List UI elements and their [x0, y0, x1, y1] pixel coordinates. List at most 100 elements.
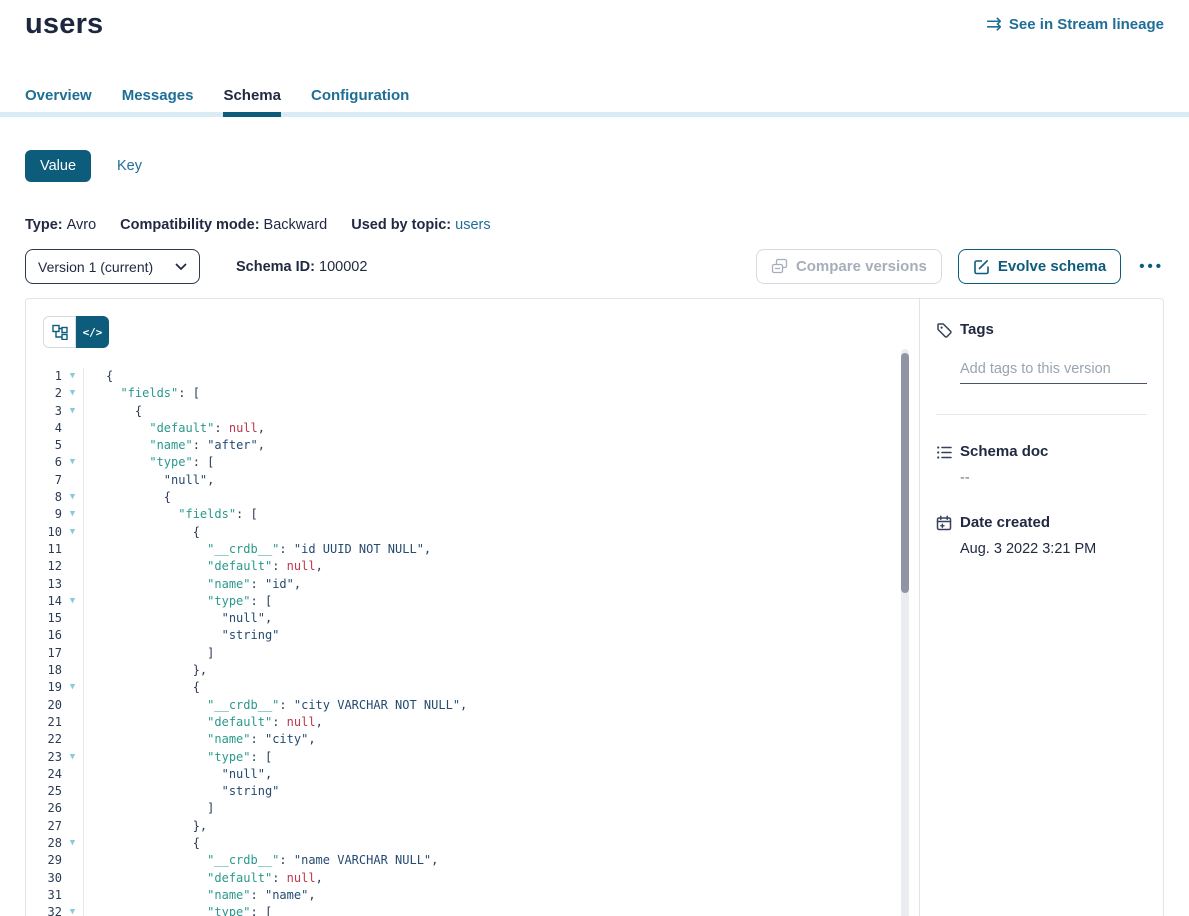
calendar-icon	[936, 514, 960, 532]
code-line: 26 ]	[26, 800, 919, 817]
code-line: 11 "__crdb__": "id UUID NOT NULL",	[26, 541, 919, 558]
fold-spacer	[62, 420, 84, 437]
code-line: 1▼{	[26, 368, 919, 385]
fold-toggle-icon[interactable]: ▼	[62, 679, 84, 696]
tab-overview[interactable]: Overview	[25, 87, 92, 117]
fold-toggle-icon[interactable]: ▼	[62, 368, 84, 385]
code-text: "type": [	[84, 593, 272, 610]
code-text: "string"	[84, 783, 279, 800]
code-text: "__crdb__": "name VARCHAR NULL",	[84, 852, 438, 869]
more-options-button[interactable]: •••	[1139, 258, 1164, 275]
code-text: {	[84, 489, 171, 506]
stream-lineage-icon: ⇉	[986, 18, 1002, 32]
code-line: 17 ]	[26, 645, 919, 662]
version-select[interactable]: Version 1 (current)	[25, 249, 200, 284]
evolve-schema-label: Evolve schema	[998, 258, 1106, 275]
date-created-section: Date created Aug. 3 2022 3:21 PM	[936, 514, 1147, 557]
code-text: "name": "name",	[84, 887, 316, 904]
fold-toggle-icon[interactable]: ▼	[62, 385, 84, 402]
tags-section: Tags	[936, 321, 1147, 384]
code-text: "type": [	[84, 749, 272, 766]
key-toggle-button[interactable]: Key	[117, 158, 142, 174]
schema-doc-title: Schema doc	[960, 443, 1147, 461]
see-in-stream-lineage-link[interactable]: ⇉ See in Stream lineage	[986, 16, 1164, 33]
line-number: 20	[26, 697, 62, 714]
code-text: "type": [	[84, 454, 214, 471]
code-text: "default": null,	[84, 714, 323, 731]
code-scrollbar-thumb[interactable]	[901, 353, 909, 593]
meta-used-by-topic: Used by topic:users	[351, 217, 490, 233]
schema-doc-section: Schema doc --	[936, 443, 1147, 486]
tab-configuration[interactable]: Configuration	[311, 87, 409, 117]
line-number: 21	[26, 714, 62, 731]
code-line: 5 "name": "after",	[26, 437, 919, 454]
code-line: 7 "null",	[26, 472, 919, 489]
code-text: "null",	[84, 766, 272, 783]
schema-meta-row: Type:Avro Compatibility mode:Backward Us…	[25, 217, 1164, 233]
page-header: users ⇉ See in Stream lineage	[0, 0, 1189, 41]
fold-toggle-icon[interactable]: ▼	[62, 835, 84, 852]
topic-link[interactable]: users	[455, 217, 490, 233]
line-number: 3	[26, 403, 62, 420]
code-view-button[interactable]: </>	[76, 316, 109, 348]
tree-view-button[interactable]	[43, 316, 76, 348]
code-text: "default": null,	[84, 420, 265, 437]
fold-spacer	[62, 437, 84, 454]
fold-toggle-icon[interactable]: ▼	[62, 904, 84, 916]
fold-toggle-icon[interactable]: ▼	[62, 403, 84, 420]
fold-toggle-icon[interactable]: ▼	[62, 593, 84, 610]
fold-toggle-icon[interactable]: ▼	[62, 524, 84, 541]
schema-json-editor[interactable]: 1▼{2▼ "fields": [3▼ {4 "default": null,5…	[26, 368, 919, 916]
stream-lineage-label: See in Stream lineage	[1009, 16, 1164, 33]
code-text: ]	[84, 800, 214, 817]
code-line: 3▼ {	[26, 403, 919, 420]
line-number: 15	[26, 610, 62, 627]
fold-spacer	[62, 627, 84, 644]
code-text: "name": "id",	[84, 576, 301, 593]
tag-icon	[936, 321, 960, 339]
fold-toggle-icon[interactable]: ▼	[62, 489, 84, 506]
meta-type-label: Type:	[25, 217, 63, 233]
code-text: },	[84, 818, 207, 835]
fold-toggle-icon[interactable]: ▼	[62, 454, 84, 471]
meta-compatibility: Compatibility mode: Backward	[120, 217, 327, 233]
line-number: 23	[26, 749, 62, 766]
fold-toggle-icon[interactable]: ▼	[62, 506, 84, 523]
line-number: 6	[26, 454, 62, 471]
line-number: 22	[26, 731, 62, 748]
fold-toggle-icon[interactable]: ▼	[62, 749, 84, 766]
code-line: 24 "null",	[26, 766, 919, 783]
schema-sidebar: Tags Schema doc --	[919, 299, 1163, 916]
code-line: 2▼ "fields": [	[26, 385, 919, 402]
tab-messages[interactable]: Messages	[122, 87, 194, 117]
code-text: {	[84, 403, 142, 420]
meta-compatibility-label: Compatibility mode:	[120, 217, 259, 233]
code-text: "type": [	[84, 904, 272, 916]
fold-spacer	[62, 558, 84, 575]
code-scrollbar-track[interactable]	[901, 349, 909, 916]
line-number: 25	[26, 783, 62, 800]
line-number: 9	[26, 506, 62, 523]
code-line: 27 },	[26, 818, 919, 835]
value-toggle-button[interactable]: Value	[25, 150, 91, 182]
code-text: "default": null,	[84, 558, 323, 575]
line-number: 28	[26, 835, 62, 852]
meta-compatibility-value: Backward	[264, 217, 328, 233]
evolve-schema-button[interactable]: Evolve schema	[958, 249, 1121, 284]
add-tags-input[interactable]	[960, 359, 1147, 384]
compare-versions-button[interactable]: Compare versions	[756, 249, 942, 284]
code-line: 19▼ {	[26, 679, 919, 696]
code-line: 28▼ {	[26, 835, 919, 852]
line-number: 2	[26, 385, 62, 402]
tab-bar: Overview Messages Schema Configuration	[0, 87, 1189, 117]
line-number: 5	[26, 437, 62, 454]
line-number: 18	[26, 662, 62, 679]
line-number: 8	[26, 489, 62, 506]
code-line: 12 "default": null,	[26, 558, 919, 575]
code-text: "name": "after",	[84, 437, 265, 454]
chevron-down-icon	[175, 263, 187, 271]
line-number: 24	[26, 766, 62, 783]
tab-schema[interactable]: Schema	[223, 87, 281, 117]
tree-view-icon	[52, 324, 68, 340]
fold-spacer	[62, 766, 84, 783]
